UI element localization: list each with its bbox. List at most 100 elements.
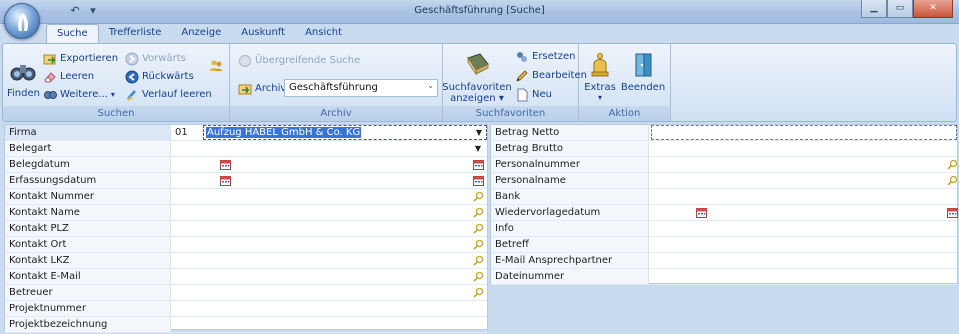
field-row-projektbezeichnung[interactable]: Projektbezeichnung <box>5 317 487 333</box>
search-icon[interactable] <box>947 159 958 170</box>
weitere-button[interactable]: Weitere... ▾ <box>43 86 115 103</box>
field-row-kontakt-lkz[interactable]: Kontakt LKZ <box>5 253 487 269</box>
search-icon[interactable] <box>473 207 484 218</box>
field-input[interactable] <box>203 189 487 204</box>
field-input[interactable] <box>203 285 487 300</box>
search-icon[interactable] <box>473 255 484 266</box>
field-row-erfassungsdatum[interactable]: Erfassungsdatum <box>5 173 487 189</box>
field-row-betreff[interactable]: Betreff <box>491 237 957 253</box>
close-button[interactable]: ✕ <box>913 0 953 18</box>
application-menu-button[interactable] <box>4 3 40 39</box>
field-row-firma[interactable]: Firma 01 Aufzug HABEL GmbH & Co. KG ▼ <box>5 125 487 141</box>
archiv-select[interactable]: Geschäftsführung ⌄ <box>284 79 438 97</box>
search-icon[interactable] <box>473 191 484 202</box>
exportieren-label: Exportieren <box>60 53 119 64</box>
firma-select[interactable]: Aufzug HABEL GmbH & Co. KG ▼ <box>203 125 487 140</box>
field-row-betreuer[interactable]: Betreuer <box>5 285 487 301</box>
verlauf-label: Verlauf leeren <box>142 89 212 100</box>
field-row-projektnummer[interactable]: Projektnummer <box>5 301 487 317</box>
field-row-info[interactable]: Info <box>491 221 957 237</box>
finden-button[interactable]: Finden <box>7 56 40 99</box>
field-row-belegart[interactable]: Belegart ▼ <box>5 141 487 157</box>
field-input[interactable] <box>651 205 958 220</box>
field-row-kontakt-ort[interactable]: Kontakt Ort <box>5 237 487 253</box>
search-icon[interactable] <box>473 223 484 234</box>
field-input[interactable] <box>651 269 957 284</box>
calendar-icon[interactable] <box>220 175 231 186</box>
ersetzen-button[interactable]: Ersetzen <box>515 48 575 65</box>
rueckwaerts-button[interactable]: Rückwärts <box>125 68 194 85</box>
field-input[interactable] <box>651 221 957 236</box>
field-row-e-mail-ansprechpartner-exte[interactable]: E-Mail Ansprechpartner (exte... <box>491 253 957 281</box>
field-input[interactable] <box>203 205 487 220</box>
field-code <box>175 189 201 204</box>
field-row-betrag-netto[interactable]: Betrag Netto <box>491 125 957 141</box>
field-input[interactable] <box>203 237 487 252</box>
calendar-icon[interactable] <box>473 175 484 186</box>
field-input[interactable] <box>203 173 487 188</box>
calendar-icon[interactable] <box>220 159 231 170</box>
search-icon[interactable] <box>947 175 958 186</box>
field-input[interactable] <box>651 189 957 204</box>
field-row-kontakt-name[interactable]: Kontakt Name <box>5 205 487 221</box>
search-icon[interactable] <box>473 287 484 298</box>
field-input[interactable] <box>651 141 957 156</box>
beenden-button[interactable]: Beenden <box>621 50 665 93</box>
minimize-button[interactable]: ▁ <box>861 0 887 18</box>
calendar-icon[interactable] <box>947 207 958 218</box>
calendar-icon[interactable] <box>696 207 707 218</box>
field-label: Erfassungsdatum <box>5 173 171 188</box>
verlauf-leeren-button[interactable]: Verlauf leeren <box>125 86 212 103</box>
field-input[interactable] <box>651 125 957 140</box>
suchen-extra-button[interactable] <box>209 56 226 73</box>
field-code <box>175 317 201 332</box>
field-input[interactable] <box>203 301 487 316</box>
field-input[interactable] <box>203 269 487 284</box>
field-input[interactable] <box>651 173 958 188</box>
search-more-icon <box>44 90 57 99</box>
field-row-wiedervorlagedatum[interactable]: Wiedervorlagedatum <box>491 205 958 221</box>
field-row-bank[interactable]: Bank <box>491 189 957 205</box>
calendar-icon[interactable] <box>473 159 484 170</box>
archiv-button[interactable]: Archiv <box>238 80 286 97</box>
suchfavoriten-anzeigen-button[interactable]: Suchfavoriten anzeigen ▾ <box>442 50 512 104</box>
field-row-kontakt-plz[interactable]: Kontakt PLZ <box>5 221 487 237</box>
field-row-kontakt-nummer[interactable]: Kontakt Nummer <box>5 189 487 205</box>
field-label: Kontakt Nummer <box>5 189 171 204</box>
vorwaerts-button[interactable]: Vorwärts <box>125 50 186 67</box>
neu-button[interactable]: Neu <box>515 86 552 103</box>
field-label: Betreff <box>491 237 649 252</box>
field-row-betrag-brutto[interactable]: Betrag Brutto <box>491 141 957 157</box>
new-document-icon <box>517 88 528 101</box>
search-icon[interactable] <box>473 239 484 250</box>
field-input[interactable]: ▼ <box>203 141 487 156</box>
bearbeiten-button[interactable]: Bearbeiten <box>515 67 587 84</box>
field-input[interactable] <box>651 237 957 252</box>
tab-anzeige[interactable]: Anzeige <box>171 24 231 44</box>
field-row-personalname[interactable]: Personalname <box>491 173 958 189</box>
tab-trefferliste[interactable]: Trefferliste <box>99 24 172 44</box>
field-row-personalnummer[interactable]: Personalnummer <box>491 157 958 173</box>
field-input[interactable] <box>203 221 487 236</box>
field-input[interactable] <box>203 317 487 332</box>
binoculars-icon <box>10 65 36 81</box>
field-row-belegdatum[interactable]: Belegdatum <box>5 157 487 173</box>
exportieren-button[interactable]: Exportieren <box>43 50 118 67</box>
field-input[interactable] <box>651 157 958 172</box>
extras-button[interactable]: Extras ▾ <box>583 50 617 102</box>
maximize-button[interactable]: ▭ <box>887 0 913 18</box>
field-input[interactable] <box>203 253 487 268</box>
tab-auskunft[interactable]: Auskunft <box>231 24 295 44</box>
eraser-icon <box>44 71 56 82</box>
leeren-button[interactable]: Leeren <box>43 68 94 85</box>
tab-suche[interactable]: Suche <box>46 24 99 44</box>
field-code: 01 <box>175 127 188 138</box>
field-input[interactable] <box>203 157 487 172</box>
field-row-dateinummer[interactable]: Dateinummer <box>491 269 957 285</box>
search-icon[interactable] <box>473 271 484 282</box>
suchfavoriten-label: Suchfavoriten <box>442 82 512 93</box>
uebergreifende-suche-button[interactable]: Übergreifende Suche <box>238 52 360 69</box>
tab-ansicht[interactable]: Ansicht <box>295 24 352 44</box>
field-row-kontakt-e-mail[interactable]: Kontakt E-Mail <box>5 269 487 285</box>
field-input[interactable] <box>651 253 957 268</box>
